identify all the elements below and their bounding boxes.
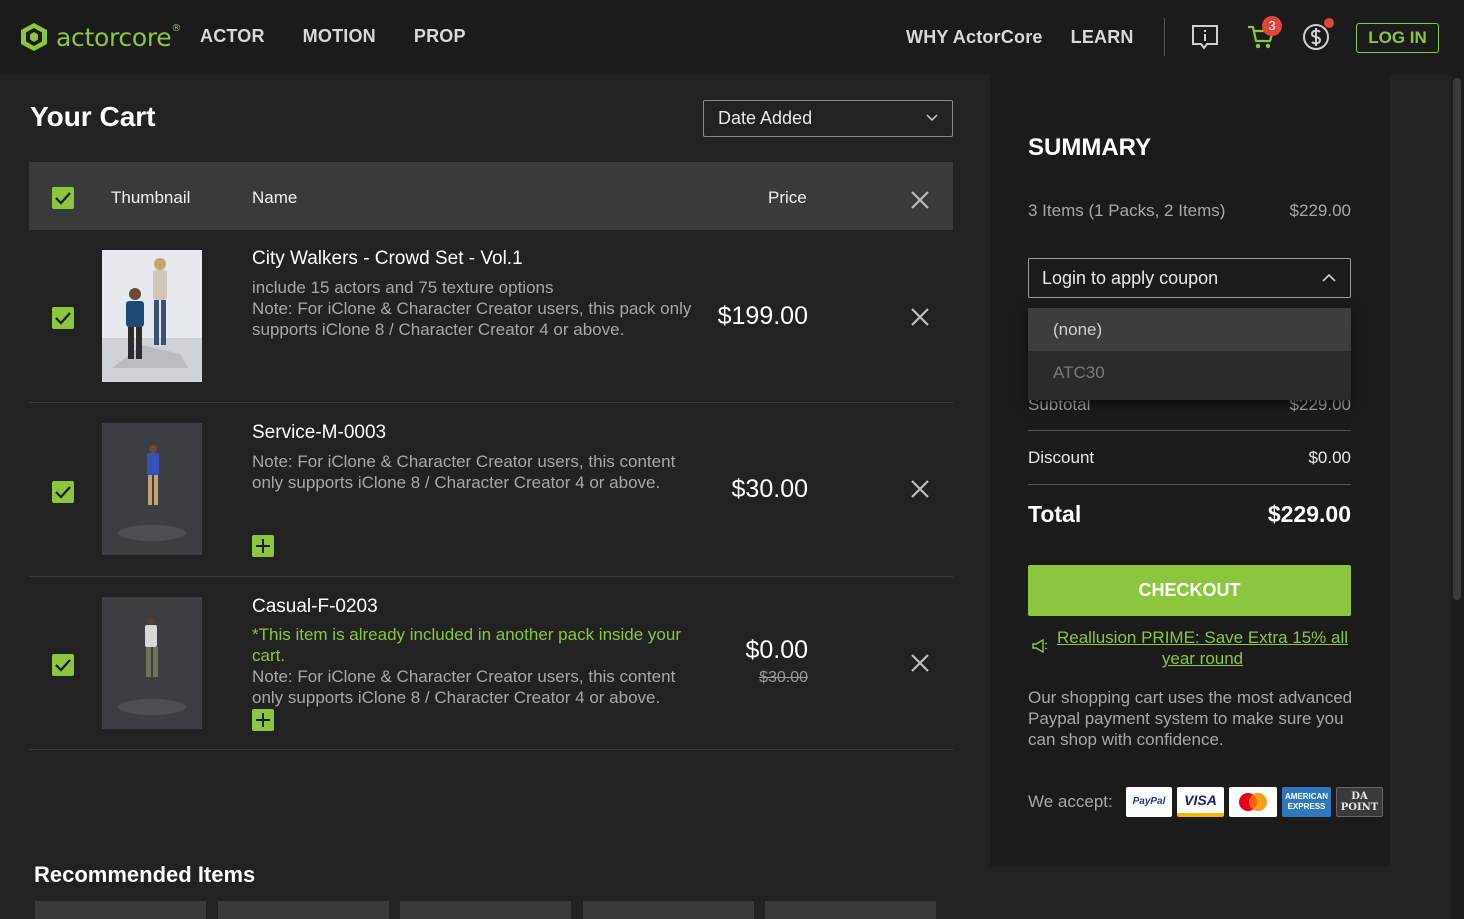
item-name[interactable]: Service-M-0003 xyxy=(252,422,386,444)
items-count-value: $229.00 xyxy=(1289,201,1351,220)
item-name[interactable]: City Walkers - Crowd Set - Vol.1 xyxy=(252,248,523,270)
recommended-title: Recommended Items xyxy=(34,862,256,887)
chevron-up-icon xyxy=(1322,273,1336,282)
add-motion-button[interactable] xyxy=(252,535,274,557)
megaphone-icon xyxy=(1032,639,1048,653)
item-description: include 15 actors and 75 texture options… xyxy=(252,277,702,340)
chevron-down-icon xyxy=(926,114,938,122)
select-all-checkbox[interactable] xyxy=(52,187,74,209)
page-title: Your Cart xyxy=(30,101,156,132)
paypal-logo: PayPal xyxy=(1126,787,1172,817)
we-accept-label: We accept: xyxy=(1028,792,1113,811)
item-note: Note: For iClone & Character Creator use… xyxy=(252,452,676,492)
add-motion-button[interactable] xyxy=(252,709,274,731)
discount-label: Discount xyxy=(1028,448,1095,467)
cart-item-row: Service-M-0003 Note: For iClone & Charac… xyxy=(29,403,953,577)
item-description: *This item is already included in anothe… xyxy=(252,624,702,708)
remove-item-icon[interactable] xyxy=(910,653,930,673)
logo-registered-mark: ® xyxy=(171,22,182,34)
visa-logo: VISA xyxy=(1177,787,1224,817)
item-name[interactable]: Casual-F-0203 xyxy=(252,596,378,618)
top-navigation-bar: actorcore® ACTOR MOTION PROP WHY ActorCo… xyxy=(0,0,1464,74)
nav-actor[interactable]: ACTOR xyxy=(200,26,265,47)
discount-line: Discount $0.00 xyxy=(1028,448,1351,468)
item-thumbnail[interactable] xyxy=(102,423,202,555)
order-summary-panel: SUMMARY 3 Items (1 Packs, 2 Items) $229.… xyxy=(990,74,1390,866)
item-detail: include 15 actors and 75 texture options xyxy=(252,278,554,297)
recommended-card[interactable] xyxy=(765,901,936,919)
login-button[interactable]: LOG IN xyxy=(1356,23,1439,53)
total-value: $229.00 xyxy=(1267,501,1351,527)
scrollbar-thumb[interactable] xyxy=(1453,78,1461,600)
check-icon xyxy=(55,192,71,205)
recommended-card[interactable] xyxy=(218,901,389,919)
item-price: $199.00 xyxy=(717,302,808,330)
item-checkbox[interactable] xyxy=(52,481,74,503)
coupon-placeholder: Login to apply coupon xyxy=(1042,268,1219,288)
item-price: $0.00 xyxy=(745,636,808,664)
actorcore-logo[interactable]: actorcore® xyxy=(20,22,181,52)
total-label: Total xyxy=(1028,501,1082,527)
actorcore-logo-icon xyxy=(21,23,47,51)
nav-motion[interactable]: MOTION xyxy=(303,26,376,47)
coupon-option-atc30[interactable]: ATC30 xyxy=(1028,351,1351,394)
coupon-option-none[interactable]: (none) xyxy=(1028,308,1351,351)
column-thumbnail: Thumbnail xyxy=(111,188,191,207)
amex-logo: AMERICAN EXPRESS xyxy=(1282,787,1331,817)
nav-why-actorcore[interactable]: WHY ActorCore xyxy=(906,27,1043,48)
item-checkbox[interactable] xyxy=(52,654,74,676)
sort-dropdown[interactable]: Date Added xyxy=(703,100,953,137)
cart-item-row: Casual-F-0203 *This item is already incl… xyxy=(29,577,953,750)
mastercard-logo xyxy=(1229,787,1277,817)
column-price: Price xyxy=(768,188,807,207)
nav-divider xyxy=(1164,18,1165,56)
checkout-button[interactable]: CHECKOUT xyxy=(1028,565,1351,616)
divider xyxy=(1028,430,1351,431)
remove-all-icon[interactable] xyxy=(910,190,930,210)
check-icon xyxy=(55,312,71,325)
da-point-line-2: POINT xyxy=(1340,802,1379,813)
cart-count-badge: 3 xyxy=(1262,16,1282,36)
sort-value: Date Added xyxy=(718,108,813,128)
already-included-notice: *This item is already included in anothe… xyxy=(252,625,682,665)
nav-learn[interactable]: LEARN xyxy=(1071,27,1134,48)
item-thumbnail[interactable] xyxy=(102,597,202,729)
check-icon xyxy=(55,486,71,499)
remove-item-icon[interactable] xyxy=(910,479,930,499)
item-note: Note: For iClone & Character Creator use… xyxy=(252,299,692,339)
recommended-card[interactable] xyxy=(35,901,206,919)
recommended-card[interactable] xyxy=(400,901,571,919)
notification-dot xyxy=(1324,18,1334,28)
discount-value: $0.00 xyxy=(1308,448,1351,467)
recommended-card[interactable] xyxy=(583,901,754,919)
primary-nav: ACTOR MOTION PROP xyxy=(200,26,466,47)
divider xyxy=(1028,484,1351,485)
remove-item-icon[interactable] xyxy=(910,307,930,327)
da-point-line-1: DA xyxy=(1351,791,1368,802)
info-icon[interactable] xyxy=(1190,22,1220,52)
da-point-logo: DA POINT xyxy=(1336,787,1383,817)
item-thumbnail[interactable] xyxy=(102,250,202,382)
summary-title: SUMMARY xyxy=(1028,134,1152,161)
item-price: $30.00 xyxy=(731,475,808,503)
cart-item-row: City Walkers - Crowd Set - Vol.1 include… xyxy=(29,230,953,403)
prime-link[interactable]: Reallusion PRIME: Save Extra 15% all yea… xyxy=(1054,627,1351,669)
secondary-nav: WHY ActorCore LEARN xyxy=(906,27,1134,48)
nav-prop[interactable]: PROP xyxy=(414,26,466,47)
items-count-label: 3 Items (1 Packs, 2 Items) xyxy=(1028,201,1226,220)
item-note: Note: For iClone & Character Creator use… xyxy=(252,667,676,707)
logo-text: actorcore xyxy=(56,22,172,52)
total-line: Total $229.00 xyxy=(1028,501,1351,528)
items-count-line: 3 Items (1 Packs, 2 Items) $229.00 xyxy=(1028,201,1351,221)
item-checkbox[interactable] xyxy=(52,307,74,329)
coupon-select[interactable]: Login to apply coupon xyxy=(1028,258,1351,298)
coupon-dropdown-menu: (none) ATC30 xyxy=(1028,308,1351,400)
cart-table-header: Thumbnail Name Price xyxy=(29,162,953,230)
check-icon xyxy=(55,659,71,672)
column-name: Name xyxy=(252,188,298,207)
payment-confidence-text: Our shopping cart uses the most advanced… xyxy=(1028,688,1353,749)
page-scrollbar[interactable] xyxy=(1451,74,1464,919)
original-price: $30.00 xyxy=(759,669,808,686)
